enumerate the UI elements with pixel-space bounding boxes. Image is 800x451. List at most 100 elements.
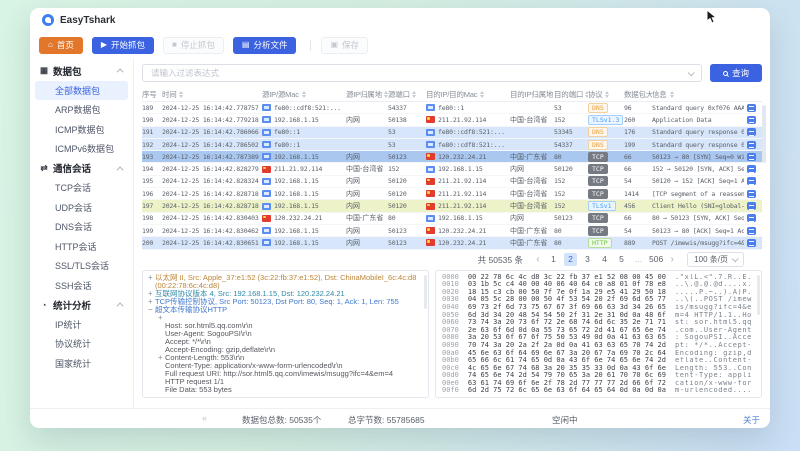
sidebar-item[interactable]: DNS会话 [35, 217, 128, 237]
sidebar-item[interactable]: 国家统计 [35, 354, 128, 374]
expand-toggle-icon[interactable] [158, 322, 165, 330]
packet-comment-icon[interactable] [747, 177, 756, 185]
chevron-up-icon[interactable] [117, 303, 124, 310]
expand-toggle-icon[interactable] [158, 362, 165, 370]
page-number-button[interactable]: 506 [649, 253, 663, 266]
page-size-select[interactable]: 100 条/页 [687, 252, 744, 267]
sidebar-item[interactable]: 协议统计 [35, 334, 128, 354]
about-link[interactable]: 关于 [743, 414, 760, 426]
sidebar-item[interactable]: ICMPv6数据包 [35, 139, 128, 159]
expand-toggle-icon[interactable]: − [148, 306, 155, 314]
chevron-down-icon[interactable] [688, 69, 695, 76]
toolbar-button[interactable]: 首页 [39, 37, 83, 54]
packet-comment-icon[interactable] [747, 128, 756, 136]
column-header[interactable]: 源IP归属地 [346, 89, 388, 100]
packet-comment-icon[interactable] [747, 202, 756, 210]
page-number-button[interactable]: 4 [598, 253, 611, 266]
packet-comment-icon[interactable] [747, 165, 756, 173]
expand-toggle-icon[interactable]: + [148, 274, 155, 290]
hex-dump-pane[interactable]: 0000 00 22 78 6c 4c d8 3c 22 fb 37 e1 52… [435, 270, 762, 398]
sidebar-item[interactable]: 数据包 [35, 61, 128, 81]
packet-comment-icon[interactable] [747, 239, 756, 247]
column-header[interactable]: 目的IP归属地 [510, 89, 554, 100]
sort-icon[interactable] [302, 91, 306, 98]
toolbar-button[interactable]: 停止抓包 [163, 37, 224, 54]
detail-tree-line[interactable]: File Data: 553 bytes [148, 386, 424, 394]
chevron-up-icon[interactable] [117, 166, 124, 173]
packet-row[interactable]: 191 2024-12-25 16:14:42.786066 fe80::1 5… [142, 127, 762, 139]
search-button[interactable]: 查询 [710, 64, 762, 82]
column-header[interactable]: 协议 [588, 89, 624, 100]
column-header[interactable]: 源IP/源Mac [262, 89, 346, 100]
column-header[interactable]: 信息 [652, 89, 762, 100]
sort-icon[interactable] [605, 91, 609, 98]
expand-toggle-icon[interactable]: + [158, 354, 165, 362]
packet-comment-icon[interactable] [747, 116, 756, 124]
page-number-button[interactable]: 2 [564, 253, 577, 266]
chevron-up-icon[interactable] [117, 69, 124, 76]
detail-tree-line[interactable]: + 以太网 II, Src: Apple_37:e1:52 (3c:22:fb:… [148, 274, 424, 290]
sidebar-item[interactable]: ARP数据包 [35, 100, 128, 120]
column-header[interactable]: 数据包大小 [624, 89, 652, 100]
expand-toggle-icon[interactable] [158, 378, 165, 386]
packet-row[interactable]: 193 2024-12-25 16:14:42.787389 192.168.1… [142, 151, 762, 163]
detail-scrollbar[interactable] [424, 275, 427, 309]
packet-row[interactable]: 189 2024-12-25 16:14:42.778757 fe80::cdf… [142, 102, 762, 114]
sort-icon[interactable] [179, 91, 183, 98]
hex-scrollbar[interactable] [757, 275, 760, 315]
column-header[interactable]: 源端口 [388, 89, 426, 100]
expand-toggle-icon[interactable] [158, 338, 165, 346]
toolbar-button[interactable]: 分析文件 [233, 37, 297, 54]
column-header-label: 目的IP/目的Mac [426, 89, 477, 100]
page-number-button[interactable]: 1 [547, 253, 560, 266]
sidebar-item[interactable]: 统计分析 [35, 295, 128, 315]
column-header[interactable]: 序号 [142, 89, 162, 100]
expand-toggle-icon[interactable] [158, 330, 165, 338]
page-number-button[interactable]: 5 [615, 253, 628, 266]
packet-row[interactable]: 194 2024-12-25 16:14:42.828279 211.21.92… [142, 163, 762, 175]
page-number-button[interactable]: ... [632, 253, 645, 266]
sidebar-item[interactable]: IP统计 [35, 315, 128, 335]
column-header[interactable]: 时间 [162, 89, 262, 100]
packet-row[interactable]: 192 2024-12-25 16:14:42.786502 fe80::1 5… [142, 139, 762, 151]
sidebar-item[interactable]: SSH会话 [35, 276, 128, 296]
packet-row[interactable]: 196 2024-12-25 16:14:42.828718 192.168.1… [142, 188, 762, 200]
packet-row[interactable]: 190 2024-12-25 16:14:42.779218 192.168.1… [142, 114, 762, 126]
sort-icon[interactable] [480, 91, 484, 98]
packet-comment-icon[interactable] [747, 227, 756, 235]
table-scrollbar[interactable] [762, 105, 766, 163]
page-number-button[interactable]: 3 [581, 253, 594, 266]
packet-row[interactable]: 198 2024-12-25 16:14:42.830403 120.232.2… [142, 213, 762, 225]
packet-detail-tree[interactable]: + 以太网 II, Src: Apple_37:e1:52 (3c:22:fb:… [142, 270, 429, 398]
next-page-button[interactable]: › [667, 254, 677, 265]
detail-tree-line[interactable]: − 超文本传输协议HTTP [148, 306, 424, 314]
expand-toggle-icon[interactable] [158, 386, 165, 394]
column-header[interactable]: 目的端口 [554, 89, 588, 100]
packet-comment-icon[interactable] [747, 190, 756, 198]
sidebar-item[interactable]: TCP会话 [35, 178, 128, 198]
sidebar-item[interactable]: UDP会话 [35, 198, 128, 218]
packet-row[interactable]: 199 2024-12-25 16:14:42.830462 192.168.1… [142, 225, 762, 237]
sidebar-item[interactable]: 通信会话 [35, 159, 128, 179]
filter-expression-input[interactable]: 请输入过滤表达式 [142, 64, 702, 82]
packet-comment-icon[interactable] [747, 214, 756, 222]
sidebar-item[interactable]: SSL/TLS会话 [35, 256, 128, 276]
sidebar-item[interactable]: HTTP会话 [35, 237, 128, 257]
sort-icon[interactable] [670, 91, 674, 98]
sidebar-collapse-icon[interactable]: « [202, 413, 207, 423]
packet-comment-icon[interactable] [747, 153, 756, 161]
toolbar-button[interactable]: 开始抓包 [92, 37, 154, 54]
expand-toggle-icon[interactable] [158, 370, 165, 378]
sidebar-item[interactable]: ICMP数据包 [35, 120, 128, 140]
prev-page-button[interactable]: ‹ [533, 254, 543, 265]
packet-comment-icon[interactable] [747, 141, 756, 149]
packet-row[interactable]: 200 2024-12-25 16:14:42.830651 192.168.1… [142, 237, 762, 249]
column-header[interactable]: 目的IP/目的Mac [426, 89, 510, 100]
toolbar-button[interactable]: 保存 [321, 37, 368, 54]
expand-toggle-icon[interactable]: + [158, 314, 165, 322]
packet-row[interactable]: 197 2024-12-25 16:14:42.828718 192.168.1… [142, 200, 762, 212]
sort-icon[interactable] [412, 91, 416, 98]
packet-row[interactable]: 195 2024-12-25 16:14:42.828324 192.168.1… [142, 176, 762, 188]
packet-comment-icon[interactable] [747, 104, 756, 112]
sidebar-item[interactable]: 全部数据包 [35, 81, 128, 101]
